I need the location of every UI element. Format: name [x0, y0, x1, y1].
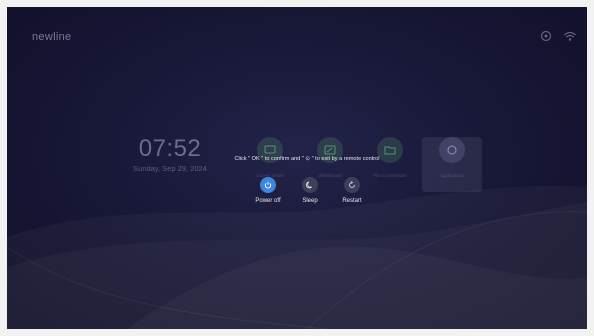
power-off-label: Power off: [255, 198, 281, 204]
power-options: Power off Sleep Restart: [252, 177, 368, 204]
newline-logo: newline: [32, 31, 72, 43]
restart-label: Restart: [342, 198, 362, 204]
settings-icon[interactable]: [539, 29, 553, 43]
sleep-label: Sleep: [302, 198, 318, 204]
clock-date: Sunday, Sep 29, 2024: [133, 164, 207, 173]
power-off-button[interactable]: Power off: [252, 177, 284, 204]
app-tile-file-commander[interactable]: File Commander: [360, 137, 420, 192]
wifi-icon[interactable]: [563, 29, 577, 43]
moon-icon: [302, 177, 318, 193]
app-tile-applications[interactable]: Applications: [422, 137, 482, 192]
home-screen: newline 07:52 Sunday, Sep 29, 2024 Scree…: [7, 7, 587, 329]
sleep-button[interactable]: Sleep: [294, 177, 326, 204]
status-icons: [539, 29, 577, 43]
restart-button[interactable]: Restart: [336, 177, 368, 204]
restart-icon: [344, 177, 360, 193]
power-dialog-prompt: Click " OK " to confirm and " ⊙ " to exi…: [234, 156, 380, 162]
app-tile-label: Applications: [439, 173, 465, 178]
applications-icon: [439, 137, 465, 163]
power-icon: [260, 177, 276, 193]
app-tile-label: File Commander: [373, 173, 407, 178]
